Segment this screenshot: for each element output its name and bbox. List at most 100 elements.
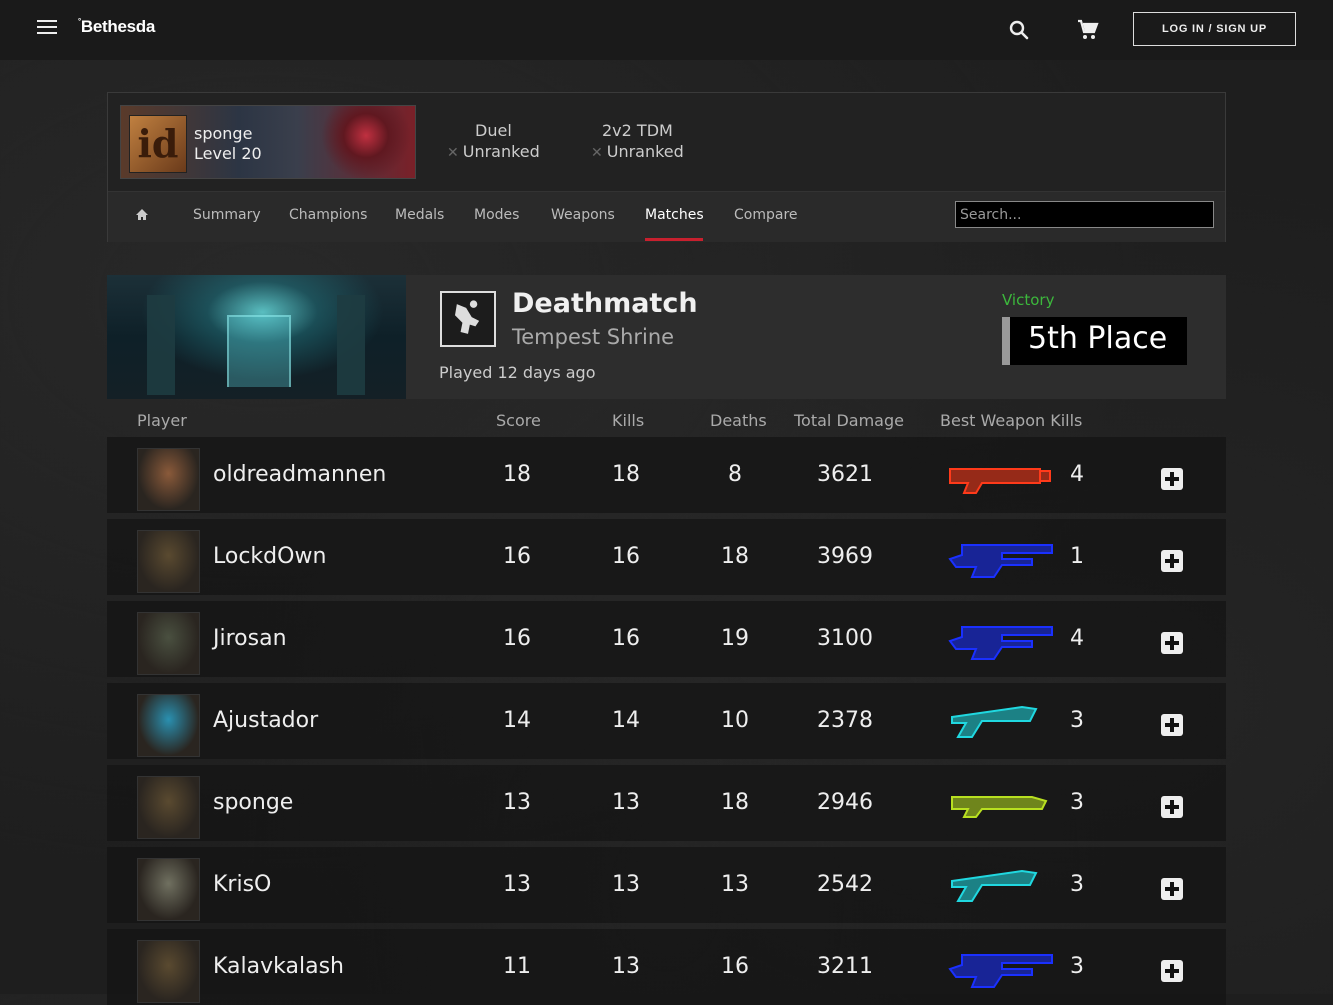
row-player-name[interactable]: Ajustador: [213, 708, 318, 733]
row-score: 11: [503, 954, 531, 979]
login-signup-button[interactable]: LOG IN / SIGN UP: [1133, 12, 1296, 46]
row-player-name[interactable]: Kalavkalash: [213, 954, 344, 979]
map-image: [107, 275, 406, 399]
rank-status: Unranked: [606, 142, 684, 161]
row-damage: 3621: [817, 462, 873, 487]
weapon-icon: [948, 544, 1053, 578]
row-weapon-kills: 1: [1070, 544, 1084, 569]
weapon-icon: [948, 954, 1053, 988]
expand-button[interactable]: [1161, 796, 1183, 818]
row-score: 16: [503, 544, 531, 569]
match-header: Deathmatch Tempest Shrine Played 12 days…: [107, 275, 1226, 399]
row-score: 14: [503, 708, 531, 733]
tab-weapons[interactable]: Weapons: [551, 207, 615, 223]
nailgun-icon: [951, 705, 1038, 738]
rank-mode-label: Duel: [475, 121, 512, 140]
deathmatch-icon: [440, 291, 496, 347]
bethesda-logo[interactable]: °Bethesda: [78, 17, 155, 37]
profile-banner-figure: [321, 106, 411, 178]
row-score: 16: [503, 626, 531, 651]
placement-text: 5th Place: [1028, 321, 1168, 356]
col-deaths: Deaths: [710, 411, 767, 430]
row-damage: 2946: [817, 790, 873, 815]
row-score: 13: [503, 872, 531, 897]
row-deaths: 18: [721, 790, 749, 815]
search-icon[interactable]: [1007, 18, 1031, 42]
match-result: Victory: [1002, 291, 1055, 309]
rank-mode-label: 2v2 TDM: [602, 121, 673, 140]
row-kills: 13: [612, 790, 640, 815]
unranked-icon: ✕: [447, 145, 459, 161]
table-row: LockdOwn 16 16 18 3969 1: [107, 519, 1226, 595]
search-input[interactable]: [955, 201, 1214, 228]
avatar: [137, 776, 200, 839]
row-player-name[interactable]: Jirosan: [213, 626, 287, 651]
top-bar: °Bethesda LOG IN / SIGN UP: [0, 0, 1333, 60]
row-deaths: 13: [721, 872, 749, 897]
row-kills: 16: [612, 626, 640, 651]
menu-icon[interactable]: [37, 20, 57, 36]
tab-champions[interactable]: Champions: [289, 207, 367, 223]
tab-compare[interactable]: Compare: [734, 207, 798, 223]
nailgun-icon: [951, 869, 1038, 902]
weapon-icon: [949, 468, 1051, 494]
rank-2v2-tdm: 2v2 TDM ✕ Unranked: [591, 121, 684, 161]
player-level: Level 20: [194, 144, 262, 163]
weapon-icon: [951, 796, 1048, 818]
expand-button[interactable]: [1161, 878, 1183, 900]
expand-button[interactable]: [1161, 632, 1183, 654]
unranked-icon: ✕: [591, 145, 603, 161]
col-kills: Kills: [612, 411, 645, 430]
table-row: oldreadmannen 18 18 8 3621 4: [107, 437, 1226, 513]
map-name: Tempest Shrine: [512, 325, 675, 349]
row-weapon-kills: 4: [1070, 626, 1084, 651]
tab-medals[interactable]: Medals: [395, 207, 444, 223]
row-weapon-kills: 3: [1070, 872, 1084, 897]
cart-icon[interactable]: [1076, 18, 1100, 42]
row-player-name[interactable]: LockdOwn: [213, 544, 326, 569]
row-player-name[interactable]: KrisO: [213, 872, 271, 897]
row-weapon-kills: 3: [1070, 708, 1084, 733]
row-weapon-kills: 4: [1070, 462, 1084, 487]
home-icon[interactable]: [135, 208, 149, 222]
placement-badge: 5th Place: [1002, 317, 1187, 365]
row-score: 13: [503, 790, 531, 815]
row-kills: 18: [612, 462, 640, 487]
table-row: Ajustador 14 14 10 2378 3: [107, 683, 1226, 759]
profile-panel: id sponge Level 20 Duel ✕ Unranked 2v2 TD…: [107, 92, 1226, 242]
row-player-name[interactable]: oldreadmannen: [213, 462, 386, 487]
machine-gun-icon: [948, 954, 1053, 988]
profile-icon: id: [129, 115, 187, 173]
expand-button[interactable]: [1161, 550, 1183, 572]
row-deaths: 18: [721, 544, 749, 569]
expand-button[interactable]: [1161, 960, 1183, 982]
played-time: Played 12 days ago: [439, 363, 596, 382]
row-kills: 13: [612, 954, 640, 979]
row-deaths: 16: [721, 954, 749, 979]
row-player-name[interactable]: sponge: [213, 790, 293, 815]
row-kills: 16: [612, 544, 640, 569]
machine-gun-icon: [948, 626, 1053, 660]
lightning-gun-icon: [951, 796, 1048, 818]
active-tab-indicator: [645, 238, 703, 241]
tab-summary[interactable]: Summary: [193, 207, 261, 223]
weapon-icon: [951, 869, 1038, 902]
tab-modes[interactable]: Modes: [474, 207, 519, 223]
rank-status: Unranked: [462, 142, 540, 161]
match-mode: Deathmatch: [512, 288, 698, 319]
avatar: [137, 612, 200, 675]
row-deaths: 19: [721, 626, 749, 651]
row-deaths: 8: [728, 462, 742, 487]
col-total-damage: Total Damage: [794, 411, 904, 430]
col-player: Player: [137, 411, 187, 430]
profile-card[interactable]: id sponge Level 20: [120, 105, 416, 179]
avatar: [137, 530, 200, 593]
table-row: Jirosan 16 16 19 3100 4: [107, 601, 1226, 677]
tab-matches[interactable]: Matches: [645, 207, 704, 223]
expand-button[interactable]: [1161, 468, 1183, 490]
col-best-weapon-kills: Best Weapon Kills: [940, 411, 1083, 430]
expand-button[interactable]: [1161, 714, 1183, 736]
col-score: Score: [496, 411, 541, 430]
row-damage: 3211: [817, 954, 873, 979]
row-damage: 3969: [817, 544, 873, 569]
